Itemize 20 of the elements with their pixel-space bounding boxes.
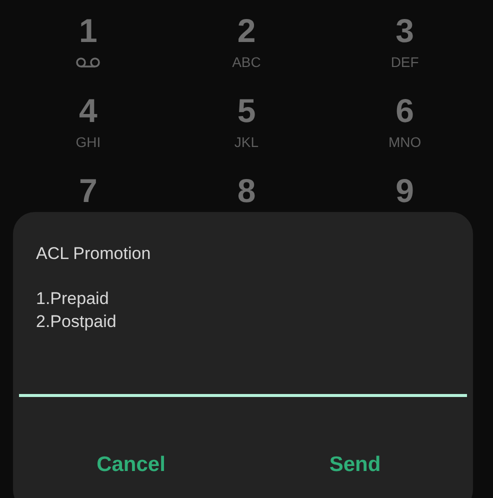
cancel-button[interactable]: Cancel [19, 447, 243, 483]
dial-key-letters: GHI [76, 134, 101, 150]
dial-key-digit[interactable]: 7 [78, 172, 98, 210]
dial-key-digit[interactable]: 5 [237, 92, 256, 130]
dial-key-digit[interactable]: 3 [396, 12, 414, 50]
menu-option: 2.Postpaid [36, 310, 467, 333]
dial-key-digit[interactable]: 2 [237, 12, 256, 50]
dial-key-letters: JKL [234, 134, 259, 150]
dialog-title: ACL Promotion [35, 244, 152, 264]
dial-key-digit[interactable]: 9 [396, 172, 414, 210]
dial-key-digit[interactable]: 4 [78, 92, 98, 130]
dial-key-digit[interactable]: 8 [237, 172, 256, 210]
dial-key-digit[interactable]: 1 [78, 12, 98, 50]
dial-key-letters: ABC [232, 54, 261, 70]
dial-key-letters: DEF [390, 54, 419, 70]
voicemail-icon [75, 57, 102, 68]
send-button[interactable]: Send [243, 447, 467, 483]
menu-option: 1.Prepaid [36, 287, 467, 310]
dial-key-digit[interactable]: 6 [396, 92, 414, 130]
dial-key-letters: MNO [388, 134, 422, 150]
